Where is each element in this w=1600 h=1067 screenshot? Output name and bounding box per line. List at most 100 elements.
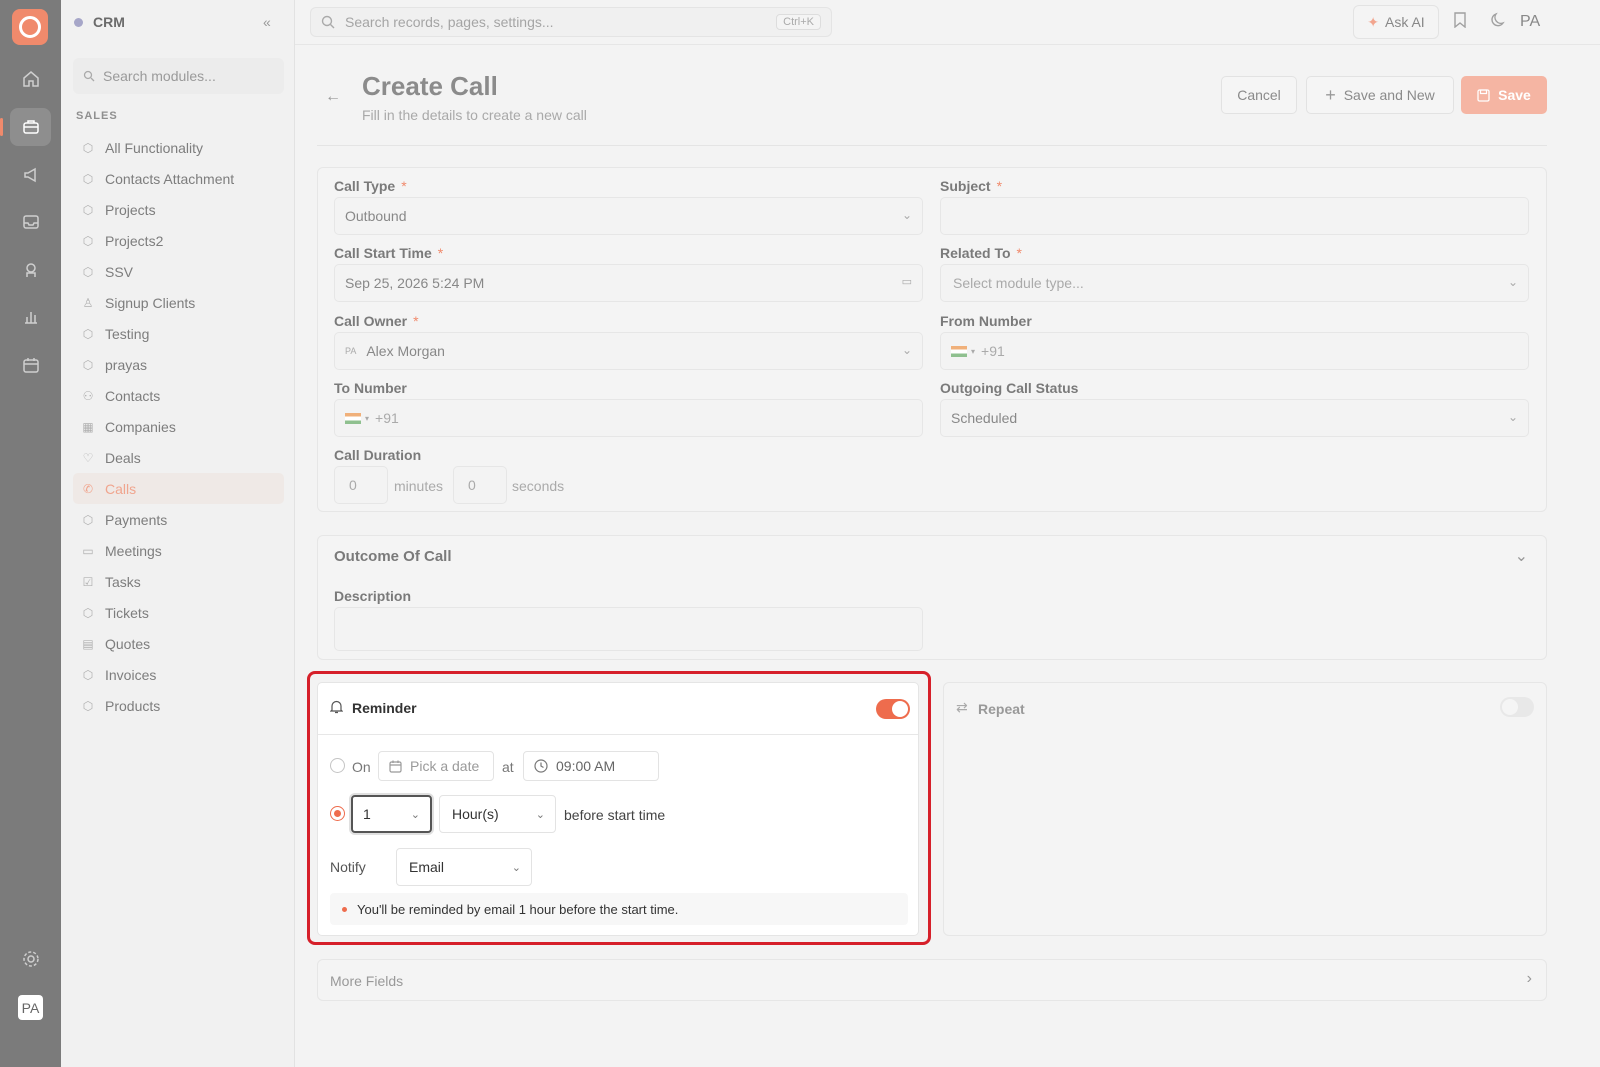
to-number-input[interactable]: ▾ +91: [334, 399, 923, 437]
save-button[interactable]: Save: [1461, 76, 1547, 114]
sidebar-item-label: Testing: [105, 325, 150, 342]
call-start-time-label: Call Start Time *: [334, 245, 444, 261]
chevron-down-icon: ⌄: [1507, 410, 1518, 424]
module-search-placeholder: Search modules...: [103, 68, 216, 84]
sidebar-item-ssv[interactable]: ⬡ SSV: [73, 256, 284, 287]
user-avatar[interactable]: PA: [18, 995, 43, 1020]
megaphone-icon[interactable]: [10, 156, 51, 194]
outgoing-status-select[interactable]: Scheduled ⌄: [940, 399, 1529, 437]
sidebar-item-contacts-attachment[interactable]: ⬡ Contacts Attachment: [73, 163, 284, 194]
main-content: ← Create Call Fill in the details to cre…: [295, 45, 1600, 1067]
call-owner-select[interactable]: PA Alex Morgan ⌄: [334, 332, 923, 370]
briefcase-icon[interactable]: [0, 108, 51, 146]
home-icon[interactable]: [10, 60, 51, 98]
ask-ai-button[interactable]: ✦ Ask AI: [1353, 5, 1439, 39]
highlight-box: [307, 671, 931, 945]
save-and-new-button[interactable]: + Save and New: [1306, 76, 1454, 114]
module-search-input[interactable]: Search modules...: [73, 58, 284, 94]
description-textarea[interactable]: [334, 607, 923, 651]
duration-minutes-input[interactable]: 0: [334, 466, 388, 504]
sidebar-item-label: Invoices: [105, 666, 157, 683]
sidebar-item-prayas[interactable]: ⬡ prayas: [73, 349, 284, 380]
sidebar-item-payments[interactable]: ⬡ Payments: [73, 504, 284, 535]
back-arrow-icon[interactable]: ←: [325, 88, 341, 106]
collapse-sidebar-icon[interactable]: «: [263, 14, 271, 30]
global-search-input[interactable]: Search records, pages, settings... Ctrl+…: [310, 7, 832, 37]
repeat-toggle[interactable]: [1500, 697, 1534, 717]
save-and-new-label: Save and New: [1343, 87, 1435, 103]
sidebar-item-label: Tasks: [105, 573, 141, 590]
settings-icon[interactable]: [10, 940, 51, 978]
description-label: Description: [334, 588, 412, 604]
building-icon: ▦: [82, 419, 94, 434]
sidebar-item-projects2[interactable]: ⬡ Projects2: [73, 225, 284, 256]
sidebar-item-invoices[interactable]: ⬡ Invoices: [73, 659, 284, 690]
owner-avatar: PA: [345, 346, 357, 356]
cube-icon: ⬡: [82, 357, 94, 372]
document-icon: ▤: [82, 636, 94, 651]
support-icon[interactable]: [10, 251, 51, 289]
repeat-card: ⇄ Repeat: [943, 682, 1547, 936]
save-label: Save: [1498, 87, 1531, 103]
sidebar-item-label: Deals: [105, 449, 141, 466]
user-icon: ♙: [82, 295, 94, 310]
bookmark-icon[interactable]: [1453, 12, 1467, 33]
sidebar-item-label: Payments: [105, 511, 168, 528]
to-number-label: To Number: [334, 380, 407, 396]
sidebar-item-label: prayas: [105, 356, 148, 373]
chevron-down-icon[interactable]: ⌄: [1515, 546, 1528, 566]
calendar-icon[interactable]: [10, 346, 51, 384]
sidebar-section-sales: SALES: [76, 110, 118, 122]
sidebar-item-label: Signup Clients: [105, 294, 196, 311]
sidebar-item-quotes[interactable]: ▤ Quotes: [73, 628, 284, 659]
call-type-select[interactable]: Outbound ⌄: [334, 197, 923, 235]
sidebar-item-products[interactable]: ⬡ Products: [73, 690, 284, 721]
sidebar-item-label: Contacts: [105, 387, 161, 404]
from-number-input[interactable]: ▾ +91: [940, 332, 1529, 370]
phone-icon: ✆: [82, 481, 94, 496]
sidebar-item-all-functionality[interactable]: ⬡ All Functionality: [73, 132, 284, 163]
app-name: CRM: [93, 14, 125, 30]
sidebar-item-signup-clients[interactable]: ♙ Signup Clients: [73, 287, 284, 318]
sidebar-item-meetings[interactable]: ▭ Meetings: [73, 535, 284, 566]
sidebar-item-contacts[interactable]: ⚇ Contacts: [73, 380, 284, 411]
sidebar-item-deals[interactable]: ♡ Deals: [73, 442, 284, 473]
sidebar-item-label: Projects: [105, 201, 156, 218]
sidebar-item-tasks[interactable]: ☑ Tasks: [73, 566, 284, 597]
sidebar-item-calls[interactable]: ✆ Calls: [73, 473, 284, 504]
caret-icon: ▾: [365, 413, 370, 423]
outgoing-status-label: Outgoing Call Status: [940, 380, 1079, 396]
cube-icon: ⬡: [82, 698, 94, 713]
cancel-button[interactable]: Cancel: [1221, 76, 1297, 114]
sidebar-item-tickets[interactable]: ⬡ Tickets: [73, 597, 284, 628]
cube-icon: ⬡: [82, 667, 94, 682]
india-flag-icon[interactable]: [951, 345, 967, 357]
india-flag-icon[interactable]: [345, 412, 361, 424]
more-fields-label: More Fields: [330, 973, 404, 989]
from-number-label: From Number: [940, 313, 1032, 329]
app-logo[interactable]: [12, 9, 48, 45]
duration-seconds-input[interactable]: 0: [453, 466, 507, 504]
sidebar-item-testing[interactable]: ⬡ Testing: [73, 318, 284, 349]
moon-icon[interactable]: [1491, 12, 1507, 33]
call-owner-label: Call Owner *: [334, 313, 419, 329]
sidebar-item-label: All Functionality: [105, 139, 204, 156]
inbox-icon[interactable]: [10, 203, 51, 241]
calendar-icon: ▭: [901, 276, 912, 288]
sidebar-item-label: Contacts Attachment: [105, 170, 235, 187]
call-start-time-input[interactable]: Sep 25, 2026 5:24 PM ▭: [334, 264, 923, 302]
call-duration-label: Call Duration: [334, 447, 422, 463]
users-icon: ⚇: [82, 388, 94, 403]
user-initials[interactable]: PA: [1520, 13, 1540, 31]
sidebar-item-label: Projects2: [105, 232, 164, 249]
top-bar: Search records, pages, settings... Ctrl+…: [295, 0, 1600, 45]
subject-input[interactable]: [940, 197, 1529, 235]
sidebar-item-companies[interactable]: ▦ Companies: [73, 411, 284, 442]
chart-icon[interactable]: [10, 298, 51, 336]
header-divider: [317, 145, 1547, 146]
related-to-select[interactable]: Select module type... ⌄: [940, 264, 1529, 302]
sidebar-item-projects[interactable]: ⬡ Projects: [73, 194, 284, 225]
page-subtitle: Fill in the details to create a new call: [362, 107, 587, 123]
more-fields-row[interactable]: More Fields ›: [317, 959, 1547, 1001]
checkbox-icon: ☑: [82, 574, 94, 589]
